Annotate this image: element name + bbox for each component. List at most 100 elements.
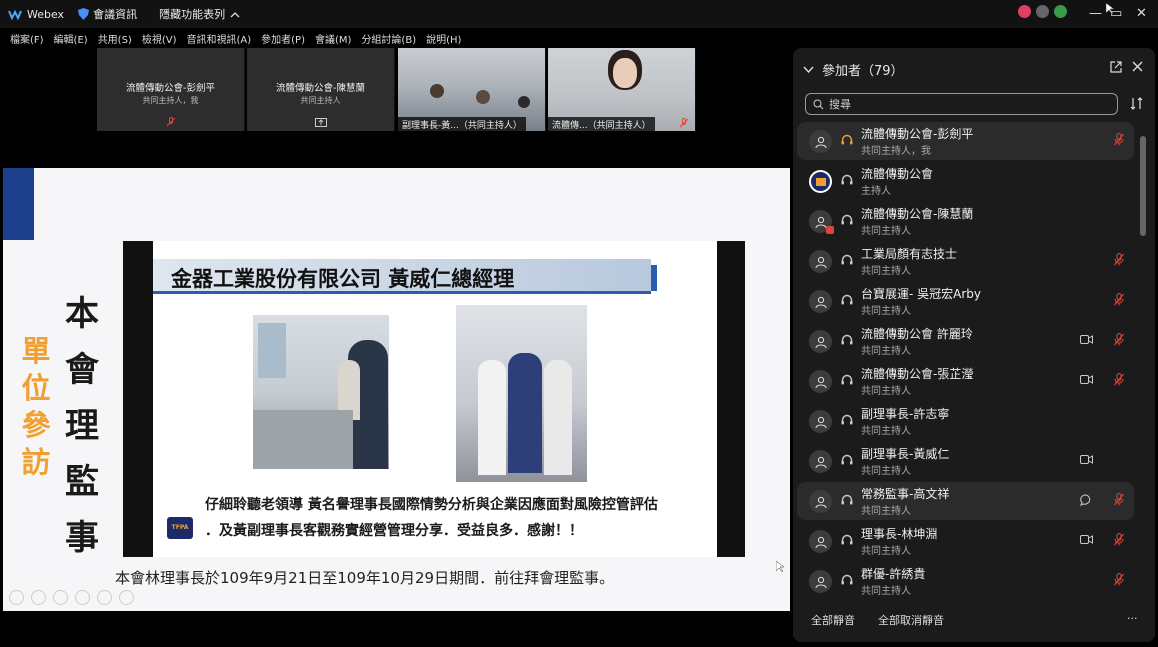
- headset-icon: [841, 174, 853, 185]
- participant-row[interactable]: 流體傳動公會-張芷瀅 共同主持人: [797, 362, 1134, 400]
- participant-name: 理事長-林坤淵: [861, 527, 938, 541]
- participant-row[interactable]: 流體傳動公會-陳慧蘭 共同主持人: [797, 202, 1134, 240]
- menu-edit[interactable]: 編輯(E): [54, 31, 88, 46]
- video-thumb-3[interactable]: 副理事長-黃...（共同主持人）: [398, 48, 546, 131]
- participant-role: 共同主持人，我: [861, 146, 931, 157]
- menu-participant[interactable]: 參加者(P): [261, 31, 305, 46]
- muted-mic-icon[interactable]: [1114, 533, 1124, 546]
- mute-all-button[interactable]: 全部靜音: [811, 612, 855, 628]
- share-status-icon[interactable]: [1036, 5, 1049, 18]
- unmute-all-button[interactable]: 全部取消靜音: [878, 612, 944, 628]
- video-camera-icon[interactable]: [1080, 455, 1093, 464]
- scrollbar[interactable]: [1140, 136, 1146, 606]
- title-bar: Webex 會議資訊 隱藏功能表列 — ▭ ✕: [0, 0, 1158, 28]
- badge-icon: [826, 226, 834, 234]
- company-banner-text: 金器工業股份有限公司 黃威仁總經理: [171, 267, 515, 291]
- video-thumb-1[interactable]: 流體傳動公會-彭劍平 共同主持人，我: [97, 48, 245, 131]
- muted-mic-icon: [680, 118, 688, 128]
- participant-row[interactable]: 流體傳動公會 許麗玲 共同主持人: [797, 322, 1134, 360]
- chat-icon[interactable]: [1080, 494, 1092, 506]
- slide-logo: TFPA: [167, 517, 193, 539]
- muted-mic-icon[interactable]: [1114, 373, 1124, 386]
- search-box[interactable]: 搜尋: [805, 93, 1118, 115]
- muted-mic-icon[interactable]: [1114, 333, 1124, 346]
- participant-row[interactable]: 常務監事-高文祥 共同主持人: [797, 482, 1134, 520]
- search-icon: [813, 99, 824, 109]
- person-icon: [815, 496, 826, 508]
- hide-menu-bar-button[interactable]: 隱藏功能表列: [159, 6, 240, 22]
- vertical-title-left: 單 位 參 訪: [20, 333, 52, 481]
- network-status-icon[interactable]: [1054, 5, 1067, 18]
- video-camera-icon[interactable]: [1080, 375, 1093, 384]
- avatar: [809, 330, 832, 353]
- participant-row[interactable]: 工業局顏有志技士 共同主持人: [797, 242, 1134, 280]
- pen-icon[interactable]: [53, 590, 68, 605]
- webex-logo-icon: [8, 9, 22, 20]
- app-name: Webex: [27, 7, 65, 21]
- zoom-icon[interactable]: [97, 590, 112, 605]
- vertical-char: 本: [65, 294, 99, 334]
- group-photo: [456, 305, 587, 482]
- vertical-char: 監: [65, 462, 99, 502]
- pop-out-icon[interactable]: [1110, 61, 1122, 73]
- menu-share[interactable]: 共用(S): [98, 31, 132, 46]
- photo-person-icon: [544, 360, 572, 475]
- more-options-icon[interactable]: [119, 590, 134, 605]
- participant-name: 流體傳動公會: [861, 167, 934, 181]
- video-thumb-2[interactable]: 流體傳動公會-陳慧蘭 共同主持人: [247, 48, 395, 131]
- muted-mic-icon[interactable]: [1114, 253, 1124, 266]
- close-panel-icon[interactable]: [1132, 61, 1143, 72]
- headset-icon: [841, 414, 853, 425]
- menu-help[interactable]: 說明(H): [426, 31, 461, 46]
- annotate-back-icon[interactable]: [9, 590, 24, 605]
- meeting-info-button[interactable]: 會議資訊: [78, 6, 137, 22]
- participant-row[interactable]: 群優-許綉貴 共同主持人: [797, 562, 1134, 600]
- more-button[interactable]: ···: [1127, 612, 1138, 625]
- participant-role: 共同主持人: [861, 506, 911, 517]
- photo-window: [258, 323, 286, 378]
- menu-file[interactable]: 檔案(F): [10, 31, 44, 46]
- muted-mic-icon[interactable]: [1114, 573, 1124, 586]
- person-icon: [815, 256, 826, 268]
- avatar: [809, 250, 832, 273]
- person-icon: [815, 216, 826, 228]
- vertical-char: 位: [21, 371, 51, 405]
- menu-view[interactable]: 檢視(V): [142, 31, 177, 46]
- hide-menu-label: 隱藏功能表列: [159, 8, 226, 21]
- muted-mic-icon[interactable]: [1114, 133, 1124, 146]
- collapse-chevron-icon[interactable]: [803, 66, 814, 73]
- thumb-role: 共同主持人: [300, 96, 341, 105]
- pointer-icon[interactable]: [75, 590, 90, 605]
- sort-icon[interactable]: [1130, 97, 1143, 110]
- video-thumb-4[interactable]: 流體傳...（共同主持人）: [548, 48, 696, 131]
- participant-row[interactable]: 理事長-林坤淵 共同主持人: [797, 522, 1134, 560]
- participant-row[interactable]: 流體傳動公會-彭劍平 共同主持人，我: [797, 122, 1134, 160]
- participant-role: 共同主持人: [861, 586, 911, 597]
- shield-icon: [78, 8, 90, 20]
- annotate-forward-icon[interactable]: [31, 590, 46, 605]
- video-camera-icon[interactable]: [1080, 335, 1093, 344]
- menu-audio-video[interactable]: 音訊和視訊(A): [187, 31, 252, 46]
- slide-text-line-1: 仔細聆聽老領導 黃名譽理事長國際情勢分析與企業因應面對風險控管評估: [205, 497, 658, 513]
- avatar: [809, 450, 832, 473]
- participant-name: 工業局顏有志技士: [861, 247, 958, 261]
- muted-mic-icon[interactable]: [1114, 293, 1124, 306]
- participant-role: 共同主持人: [861, 266, 911, 277]
- inner-slide-right-border: [717, 241, 745, 557]
- vertical-char: 理: [65, 406, 99, 446]
- video-camera-icon[interactable]: [1080, 535, 1093, 544]
- close-button[interactable]: ✕: [1136, 6, 1147, 21]
- vertical-char: 事: [65, 518, 99, 558]
- person-icon: [815, 336, 826, 348]
- menu-breakout[interactable]: 分組討論(B): [361, 31, 416, 46]
- video-label: 副理事長-黃...（共同主持人）: [398, 117, 526, 131]
- participant-row[interactable]: 副理事長-黃威仁 共同主持人: [797, 442, 1134, 480]
- headset-icon: [841, 574, 853, 585]
- menu-meeting[interactable]: 會議(M): [315, 31, 351, 46]
- muted-mic-icon[interactable]: [1114, 493, 1124, 506]
- participant-row[interactable]: 台寶展運- 吳冠宏Arby 共同主持人: [797, 282, 1134, 320]
- minimize-button[interactable]: —: [1089, 6, 1102, 21]
- record-indicator-icon[interactable]: [1018, 5, 1031, 18]
- participant-row[interactable]: 副理事長-許志寧 共同主持人: [797, 402, 1134, 440]
- participant-row[interactable]: 流體傳動公會 主持人: [797, 162, 1134, 200]
